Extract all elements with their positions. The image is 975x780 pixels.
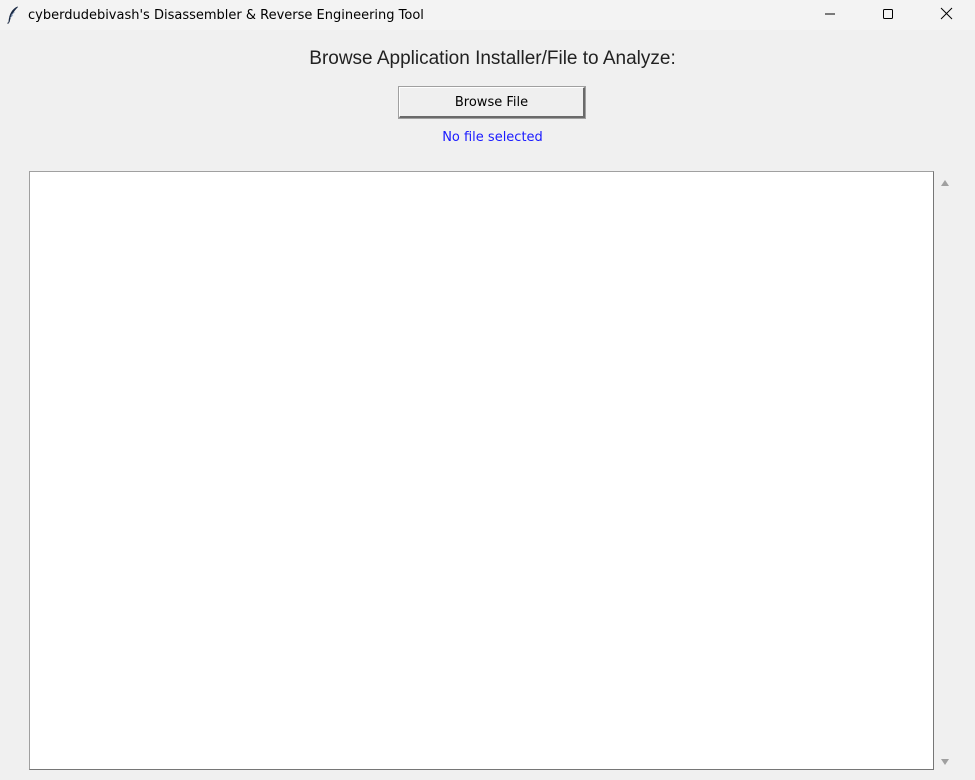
minimize-icon <box>824 5 836 24</box>
feather-icon <box>6 5 20 25</box>
scroll-down-arrow-icon <box>940 751 950 770</box>
maximize-button[interactable] <box>859 0 917 28</box>
page-heading: Browse Application Installer/File to Ana… <box>309 48 676 69</box>
window-title: cyberdudebivash's Disassembler & Reverse… <box>28 7 424 23</box>
window-controls <box>801 0 975 30</box>
app-window: cyberdudebivash's Disassembler & Reverse… <box>0 0 975 780</box>
analysis-output-textarea[interactable] <box>29 171 934 770</box>
scroll-track[interactable] <box>935 191 955 750</box>
close-icon <box>940 5 953 24</box>
maximize-icon <box>882 5 894 24</box>
minimize-button[interactable] <box>801 0 859 28</box>
output-vertical-scrollbar[interactable] <box>935 171 955 770</box>
close-button[interactable] <box>917 0 975 28</box>
browse-file-button[interactable]: Browse File <box>398 86 586 119</box>
scroll-up-arrow-icon <box>940 172 950 191</box>
scroll-up-button[interactable] <box>935 171 955 191</box>
title-bar[interactable]: cyberdudebivash's Disassembler & Reverse… <box>0 0 975 30</box>
file-status-label: No file selected <box>442 130 543 145</box>
scroll-down-button[interactable] <box>935 750 955 770</box>
